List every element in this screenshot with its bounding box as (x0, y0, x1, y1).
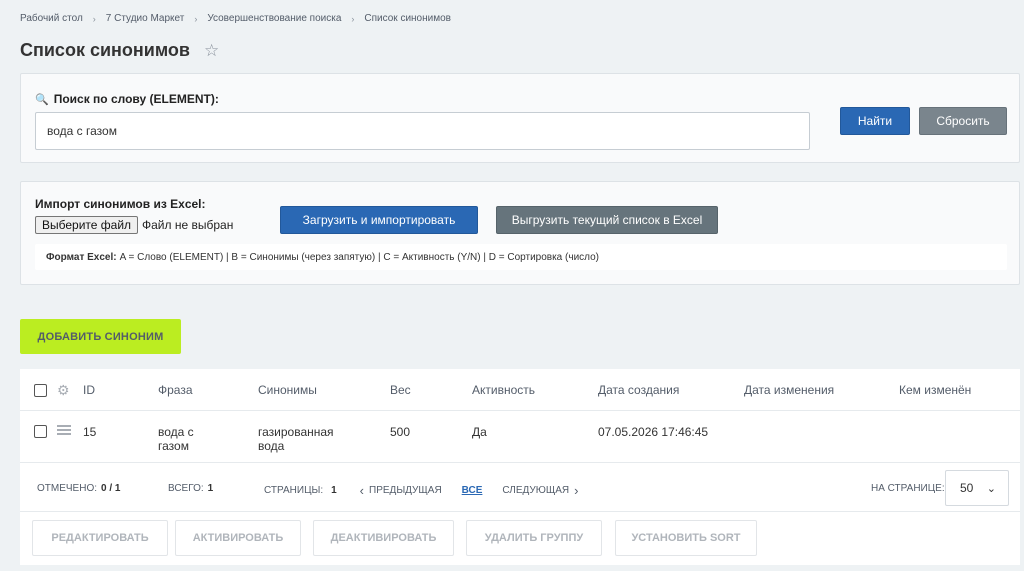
all-pages-link[interactable]: ВСЕ (462, 485, 483, 496)
reset-button[interactable]: Сбросить (919, 107, 1007, 135)
group-actions: РЕДАКТИРОВАТЬ АКТИВИРОВАТЬ ДЕАКТИВИРОВАТ… (20, 513, 1020, 565)
cell-synonyms-line: вода (258, 439, 285, 453)
row-checkbox[interactable] (34, 425, 47, 438)
selected-label: Отмечено: (37, 483, 97, 494)
file-status: Файл не выбран (142, 218, 234, 232)
breadcrumb: Рабочий стол › 7 Студио Маркет › Усоверш… (20, 13, 451, 24)
total-counter: Всего: 1 (168, 483, 213, 494)
export-excel-button[interactable]: Выгрузить текущий список в Excel (496, 206, 718, 234)
cell-phrase: вода с газом (158, 425, 194, 453)
column-header-modified-by[interactable]: Кем изменён (899, 383, 971, 397)
prev-page-link[interactable]: ‹ Предыдущая (355, 483, 442, 498)
excel-format-info: Формат Excel: A = Слово (ELEMENT) | B = … (35, 244, 1007, 270)
set-sort-button[interactable]: УСТАНОВИТЬ SORT (615, 520, 757, 556)
upload-import-button[interactable]: Загрузить и импортировать (280, 206, 478, 234)
cell-active: Да (472, 425, 487, 439)
chevron-down-icon: ⌄ (986, 482, 996, 495)
table-row[interactable]: 15 вода с газом газированная вода 500 Да… (20, 411, 1020, 463)
breadcrumb-item-desktop[interactable]: Рабочий стол (20, 13, 83, 24)
add-synonym-button[interactable]: ДОБАВИТЬ СИНОНИМ (20, 319, 181, 354)
per-page-select[interactable]: 50 ⌄ (945, 470, 1009, 506)
cell-weight: 500 (390, 425, 411, 439)
cell-phrase-line: газом (158, 439, 189, 453)
column-header-created[interactable]: Дата создания (598, 383, 679, 397)
search-label: Поиск по слову (ELEMENT): (53, 92, 219, 106)
pagination: Страницы: 1 ‹ Предыдущая ВСЕ Следующая › (264, 483, 583, 498)
cell-id: 15 (83, 425, 97, 439)
search-panel: 🔍 Поиск по слову (ELEMENT): Найти Сброси… (20, 73, 1020, 163)
next-page-link[interactable]: Следующая › (502, 483, 583, 498)
prev-page-label: Предыдущая (369, 485, 442, 496)
cell-synonyms-line: газированная (258, 425, 334, 439)
column-header-weight[interactable]: Вес (390, 383, 411, 397)
format-text: A = Слово (ELEMENT) | B = Синонимы (чере… (119, 251, 599, 263)
import-label: Импорт синонимов из Excel: (35, 197, 206, 211)
breadcrumb-item-studio-market[interactable]: 7 Студио Маркет (106, 13, 185, 24)
column-header-active[interactable]: Активность (472, 383, 535, 397)
pages-value: 1 (331, 485, 337, 496)
import-panel: Импорт синонимов из Excel: Выберите файл… (20, 181, 1020, 285)
total-label: Всего: (168, 483, 204, 494)
pages-label: Страницы: (264, 485, 324, 496)
per-page-label: На странице: (871, 483, 945, 494)
deactivate-button[interactable]: ДЕАКТИВИРОВАТЬ (313, 520, 454, 556)
cell-created: 07.05.2026 17:46:45 (598, 425, 709, 439)
search-icon: 🔍 (35, 93, 49, 106)
title-row: Список синонимов ☆ (20, 40, 219, 61)
row-menu-icon[interactable] (57, 425, 71, 435)
column-header-synonyms[interactable]: Синонимы (258, 383, 317, 397)
next-page-label: Следующая (502, 485, 570, 496)
cell-synonyms: газированная вода (258, 425, 334, 453)
star-icon[interactable]: ☆ (204, 41, 219, 61)
search-label-row: 🔍 Поиск по слову (ELEMENT): (35, 92, 219, 106)
format-title: Формат Excel: (46, 251, 117, 263)
breadcrumb-item-synonyms-list[interactable]: Список синонимов (364, 13, 451, 24)
select-all-checkbox[interactable] (34, 384, 47, 397)
chevron-left-icon: ‹ (359, 483, 365, 498)
column-header-phrase[interactable]: Фраза (158, 383, 193, 397)
chevron-right-icon: › (574, 483, 579, 498)
cell-phrase-line: вода с (158, 425, 194, 439)
column-header-id[interactable]: ID (83, 383, 95, 397)
choose-file-button[interactable]: Выберите файл (35, 216, 139, 234)
total-value: 1 (207, 483, 214, 494)
grid-footer: Отмечено: 0 / 1 Всего: 1 Страницы: 1 ‹ П… (20, 464, 1020, 512)
gear-icon[interactable]: ⚙ (57, 382, 70, 399)
edit-button[interactable]: РЕДАКТИРОВАТЬ (32, 520, 168, 556)
column-header-modified[interactable]: Дата изменения (744, 383, 834, 397)
breadcrumb-item-search-improvement[interactable]: Усовершенствование поиска (207, 13, 341, 24)
page-title: Список синонимов (20, 40, 190, 60)
breadcrumb-separator: › (194, 13, 198, 24)
activate-button[interactable]: АКТИВИРОВАТЬ (175, 520, 301, 556)
breadcrumb-separator: › (351, 13, 355, 24)
delete-group-button[interactable]: УДАЛИТЬ ГРУППУ (466, 520, 602, 556)
breadcrumb-separator: › (92, 13, 96, 24)
selected-value: 0 / 1 (101, 483, 121, 494)
find-button[interactable]: Найти (840, 107, 910, 135)
selected-counter: Отмечено: 0 / 1 (37, 483, 120, 494)
search-input[interactable] (35, 112, 810, 150)
synonyms-grid: ⚙ ID Фраза Синонимы Вес Активность Дата … (20, 369, 1020, 565)
grid-header: ⚙ ID Фраза Синонимы Вес Активность Дата … (20, 369, 1020, 411)
per-page-value: 50 (960, 481, 974, 495)
